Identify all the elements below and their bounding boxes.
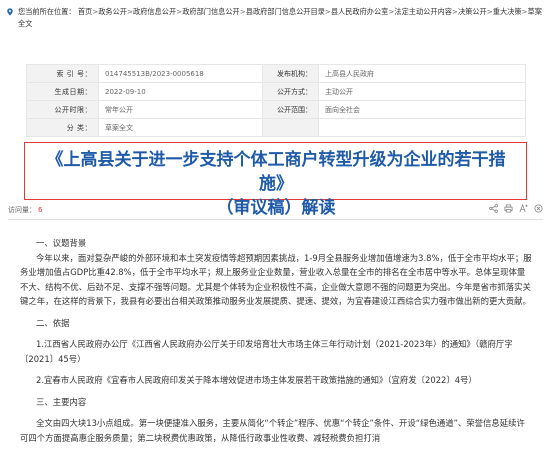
paragraph: 2.宜春市人民政府《宜春市人民政府印发关于降本增效促进市场主体发展若干政策措施的… [36,375,477,385]
index-value: 014745513B/2023-0005618 [98,64,263,83]
breadcrumb-item[interactable]: 政府部门信息公开 [182,7,240,16]
method-value: 主动公开 [318,82,526,101]
publisher-value: 上高县人民政府 [318,64,526,83]
breadcrumb-item[interactable]: 法定主动公开内容 [394,7,452,16]
share-icon[interactable] [489,204,498,213]
publisher-label: 发布机构： [262,64,319,83]
title-line-2: （审议稿）解读 [216,198,336,218]
meta-row: 公开时限： 常年公开 公开范围： 面向全社会 [26,100,526,119]
breadcrumb-item[interactable]: 政府信息公开 [133,7,176,16]
date-label: 生成日期： [26,82,99,101]
location-icon [7,8,13,16]
text-size-icon[interactable] [519,204,528,213]
empty-cell [262,118,319,137]
breadcrumb-item[interactable]: 县人民政府办公室 [331,7,389,16]
title-line-1: 《上高县关于进一步支持个体工商户转型升级为企业的若干措施》 [46,150,506,194]
breadcrumb-prefix: 您当前所在位置： [18,7,76,16]
page-title: 《上高县关于进一步支持个体工商户转型升级为企业的若干措施》 （审议稿）解读 [30,148,522,220]
breadcrumb: 您当前所在位置： 首页>政务公开>政府信息公开>政府部门信息公开>县政府部门信息… [6,6,546,40]
breadcrumb-item[interactable]: 政务公开 [98,7,127,16]
meta-row: 分 类： 草案全文 [26,118,526,137]
breadcrumb-item[interactable]: 重大决策 [493,7,522,16]
method-label: 公开方式： [262,82,319,101]
paragraph: 今年以来，面对复杂严峻的外部环境和本土突发疫情等超预期因素挑战，1-9月全县服务… [20,252,532,307]
breadcrumb-item[interactable]: 决策公开 [458,7,487,16]
visit-count: 访问量： 6 [8,205,42,215]
empty-cell [318,118,526,137]
category-label: 分 类： [26,118,99,137]
section-heading: 三、主要内容 [36,396,87,407]
document-meta-table: 索 引 号： 014745513B/2023-0005618 发布机构： 上高县… [26,64,526,137]
visit-value: 6 [38,206,43,214]
close-icon[interactable] [534,204,543,213]
visit-label: 访问量： [8,206,36,214]
meta-row: 生成日期： 2022-09-10 公开方式： 主动公开 [26,82,526,101]
section-heading: 二、依据 [36,317,70,328]
print-icon[interactable] [504,204,513,213]
index-label: 索 引 号： [26,64,99,83]
breadcrumb-item[interactable]: 县政府部门信息公开目录 [246,7,325,16]
scope-label: 公开范围： [262,100,319,119]
article-body: 一、议题背景 今年以来，面对复杂严峻的外部环境和本土突发疫情等超预期因素挑战，1… [20,236,532,445]
divider [8,219,543,220]
section-heading: 一、议题背景 [36,238,87,248]
category-value: 草案全文 [98,118,263,137]
meta-row: 索 引 号： 014745513B/2023-0005618 发布机构： 上高县… [26,64,526,83]
period-label: 公开时限： [26,100,99,119]
breadcrumb-home[interactable]: 首页 [78,7,92,16]
paragraph: 全文由四大块13小点组成。第一块便捷准入服务，主要从简化“个转企”程序、优惠“个… [20,418,525,443]
paragraph: 1.江西省人民政府办公厅《江西省人民政府办公厅关于印发培育壮大市场主体三年行动计… [20,339,513,364]
scope-value: 面向全社会 [318,100,526,119]
article-tools [489,204,543,214]
date-value: 2022-09-10 [98,82,263,101]
period-value: 常年公开 [98,100,263,119]
